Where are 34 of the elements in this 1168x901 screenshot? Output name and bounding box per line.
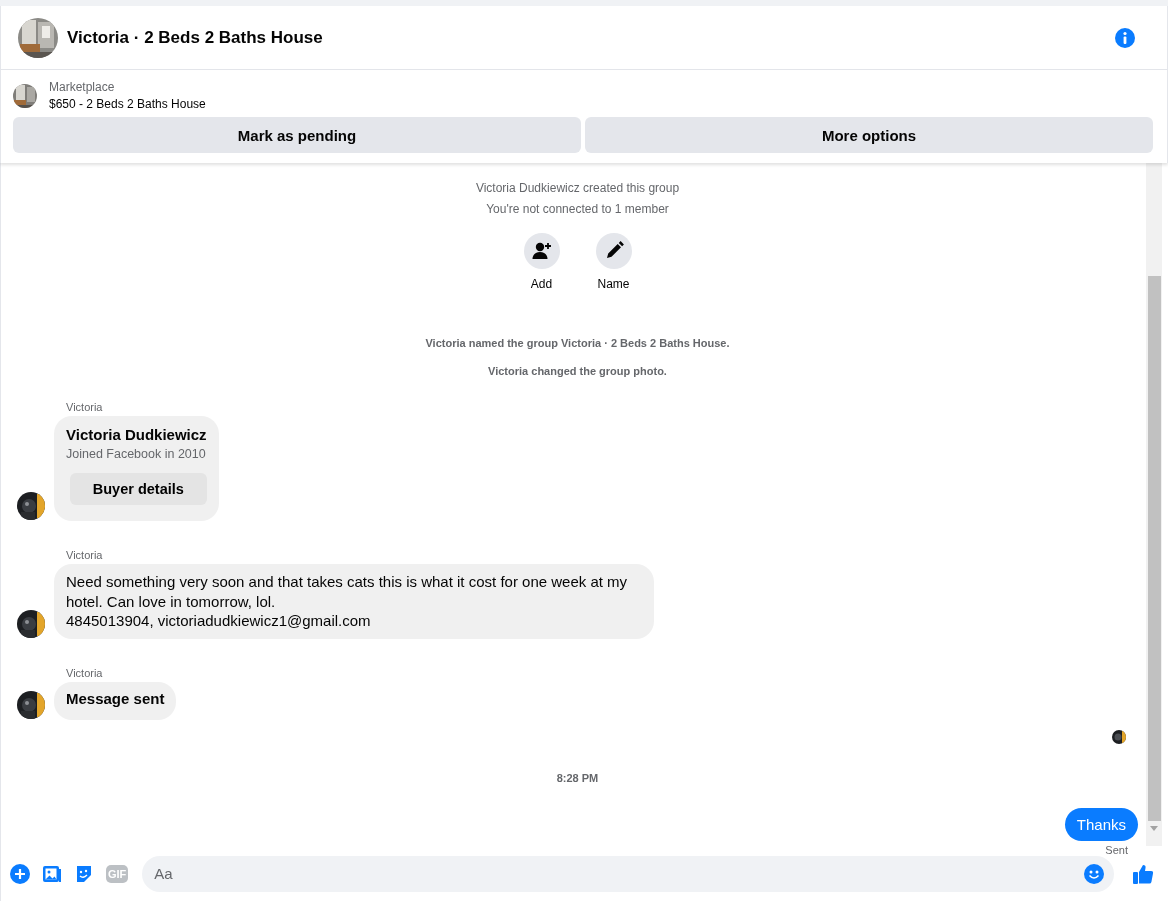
- message-bubble: Message sent: [54, 681, 177, 720]
- sticker-icon[interactable]: [74, 863, 94, 884]
- thumbs-up-icon[interactable]: [1132, 862, 1154, 885]
- listing-button[interactable]: More options: [585, 117, 1153, 153]
- timestamp: 8:28 PM: [555, 771, 600, 784]
- listing-title[interactable]: $650 - 2 Beds 2 Baths House: [49, 97, 206, 111]
- action-label: Name: [597, 277, 630, 291]
- scrollbar[interactable]: [1146, 163, 1162, 846]
- message-input[interactable]: Aa: [142, 855, 1114, 892]
- sender-name: Victoria: [66, 666, 104, 679]
- action-label: Add: [530, 277, 553, 291]
- plus-icon[interactable]: [10, 863, 30, 884]
- group-info-text: You're not connected to 1 member: [485, 202, 670, 216]
- group-event-text: Victoria changed the group photo.: [487, 365, 668, 377]
- group-info-text: Victoria Dudkiewicz created this group: [474, 181, 681, 195]
- smiley-icon[interactable]: [1084, 863, 1104, 884]
- pencil-icon[interactable]: [595, 233, 632, 269]
- scroll-down-arrow-icon[interactable]: [1150, 826, 1158, 831]
- image-icon[interactable]: [42, 863, 62, 884]
- message-bubble: Thanks: [1064, 807, 1138, 841]
- listing-source: Marketplace: [49, 80, 116, 94]
- sender-name: Victoria: [66, 549, 104, 561]
- chat-title: Victoria · 2 Beds 2 Baths House: [67, 27, 324, 48]
- buyer-joined-text: Joined Facebook in 2010: [66, 447, 207, 461]
- group-event-text: Victoria named the group Victoria · 2 Beds 2 Baths House.: [424, 337, 731, 349]
- buyer-name: Victoria Dudkiewicz: [66, 426, 207, 443]
- listing-button[interactable]: Mark as pending: [13, 117, 581, 153]
- message-text: 4845013904, victoriadudkiewicz1@gmail.com: [66, 611, 372, 631]
- sender-name: Victoria: [66, 401, 104, 413]
- delivery-status: Sent: [1105, 843, 1128, 856]
- message-text: Need something very soon and that takes cats this is what it cost for one week at my hotel. Can love in tomorrow, lol.: [66, 572, 629, 611]
- buyer-details-button[interactable]: Buyer details: [70, 473, 207, 505]
- add-person-icon[interactable]: [523, 233, 560, 269]
- info-icon[interactable]: [1115, 27, 1135, 48]
